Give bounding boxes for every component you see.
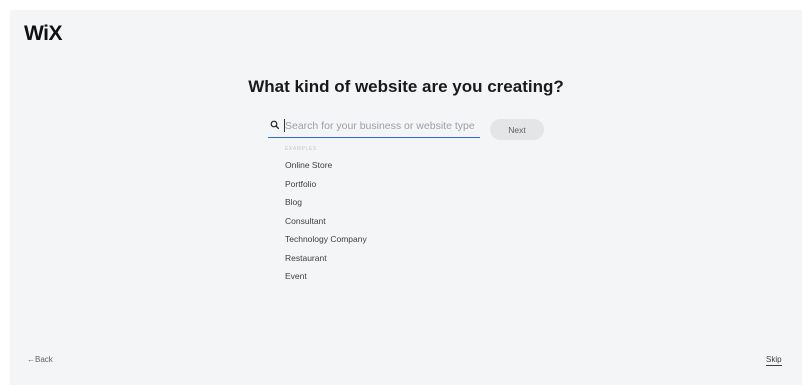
example-portfolio[interactable]: Portfolio — [285, 178, 367, 197]
examples-label: EXAMPLES — [285, 146, 317, 152]
example-event[interactable]: Event — [285, 270, 367, 289]
example-blog[interactable]: Blog — [285, 196, 367, 215]
example-online-store[interactable]: Online Store — [285, 159, 367, 178]
search-icon — [270, 120, 280, 130]
back-link[interactable]: ←Back — [27, 355, 53, 364]
next-button[interactable]: Next — [490, 119, 544, 140]
examples-list: Online Store Portfolio Blog Consultant T… — [285, 159, 367, 289]
example-technology-company[interactable]: Technology Company — [285, 233, 367, 252]
example-restaurant[interactable]: Restaurant — [285, 252, 367, 271]
wix-logo[interactable]: WiX — [24, 22, 62, 46]
example-consultant[interactable]: Consultant — [285, 215, 367, 234]
page-frame: WiX What kind of website are you creatin… — [10, 10, 802, 385]
search-input[interactable] — [285, 116, 478, 136]
search-field[interactable] — [268, 116, 480, 138]
skip-link[interactable]: Skip — [766, 355, 782, 366]
page-title: What kind of website are you creating? — [248, 77, 564, 96]
